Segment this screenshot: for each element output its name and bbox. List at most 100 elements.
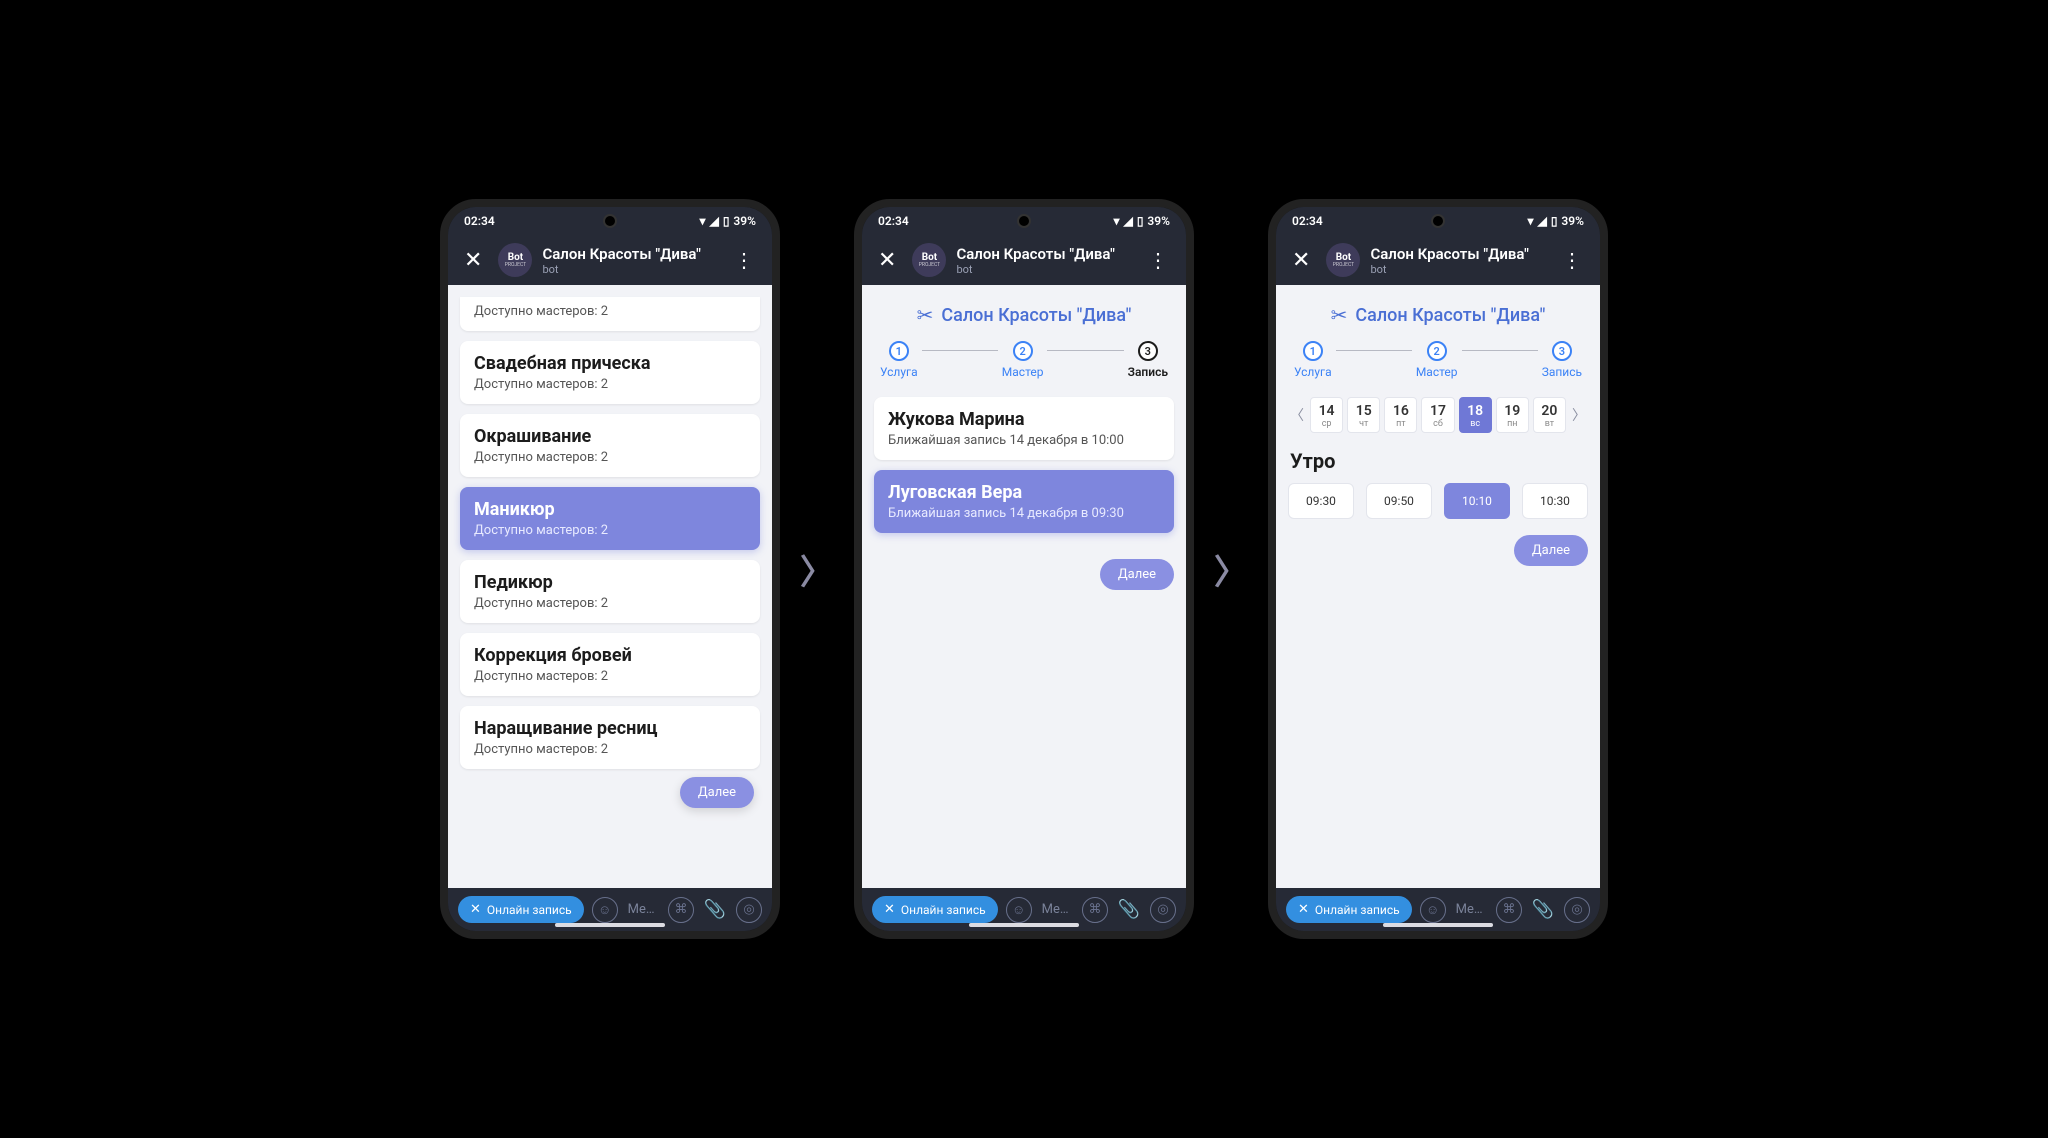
step-circle: 3 [1138, 341, 1158, 361]
date-cell[interactable]: 17сб [1421, 397, 1454, 433]
date-weekday: сб [1422, 419, 1453, 429]
step-circle: 3 [1552, 341, 1572, 361]
commands-icon[interactable]: ⌘ [668, 897, 694, 923]
date-cell[interactable]: 14ср [1310, 397, 1343, 433]
message-input[interactable]: Mess… [626, 902, 660, 917]
header-title: Салон Красоты "Дива" [542, 245, 716, 263]
close-icon[interactable]: ✕ [872, 244, 902, 277]
emoji-icon[interactable]: ☺ [592, 897, 618, 923]
message-input[interactable]: Mess… [1454, 902, 1488, 917]
date-cell[interactable]: 15чт [1347, 397, 1380, 433]
close-icon[interactable]: ✕ [1286, 244, 1316, 277]
list-card[interactable]: Свадебная прическаДоступно мастеров: 2 [460, 341, 760, 404]
avatar-text-bottom: PROJECT [919, 263, 940, 268]
card-title: Свадебная прическа [474, 353, 746, 374]
bot-avatar[interactable]: Bot PROJECT [912, 243, 946, 277]
menu-dots-icon[interactable]: ⋮ [726, 244, 762, 276]
list-card[interactable]: Коррекция бровейДоступно мастеров: 2 [460, 633, 760, 696]
status-time: 02:34 [1292, 214, 1323, 228]
app-header: ✕ Bot PROJECT Салон Красоты "Дива" bot ⋮ [1276, 235, 1600, 285]
menu-dots-icon[interactable]: ⋮ [1554, 244, 1590, 276]
emoji-icon[interactable]: ☺ [1420, 897, 1446, 923]
attach-icon[interactable]: 📎 [702, 897, 728, 923]
step-master[interactable]: 2 Мастер [1416, 341, 1458, 379]
service-card-partial[interactable]: Доступно мастеров: 2 [460, 297, 760, 331]
status-bar: 02:34 ▾ ◢ ▯ 39% [862, 207, 1186, 235]
card-sub: Доступно мастеров: 2 [474, 742, 746, 757]
avatar-text-top: Bot [1336, 253, 1351, 263]
emoji-icon[interactable]: ☺ [1006, 897, 1032, 923]
next-button[interactable]: Далее [1100, 559, 1174, 590]
step-label: Запись [1542, 365, 1582, 379]
date-next-icon[interactable]: 〉 [1570, 405, 1588, 425]
bot-avatar[interactable]: Bot PROJECT [1326, 243, 1360, 277]
menu-dots-icon[interactable]: ⋮ [1140, 244, 1176, 276]
list-card[interactable]: ПедикюрДоступно мастеров: 2 [460, 560, 760, 623]
step-service[interactable]: 1 Услуга [880, 341, 918, 379]
stepper: 1 Услуга 2 Мастер 3 Запись [874, 341, 1174, 379]
date-prev-icon[interactable]: 〈 [1288, 405, 1306, 425]
chip-label: Онлайн запись [901, 903, 986, 917]
date-cell[interactable]: 16пт [1384, 397, 1417, 433]
step-booking[interactable]: 3 Запись [1542, 341, 1582, 379]
signal-icon: ◢ [1538, 214, 1547, 228]
phone-screen-2: 02:34 ▾ ◢ ▯ 39% ✕ Bot PROJECT Салон Крас… [854, 199, 1194, 939]
date-cell[interactable]: 20вт [1533, 397, 1566, 433]
camera-hole [1431, 214, 1445, 228]
battery-percent: 39% [733, 214, 756, 228]
time-slot[interactable]: 09:30 [1288, 483, 1354, 519]
battery-percent: 39% [1561, 214, 1584, 228]
list-card[interactable]: МаникюрДоступно мастеров: 2 [460, 487, 760, 550]
camera-icon[interactable]: ◎ [1564, 897, 1590, 923]
step-master[interactable]: 2 Мастер [1002, 341, 1044, 379]
online-booking-chip[interactable]: ✕ Онлайн запись [872, 896, 998, 923]
app-header: ✕ Bot PROJECT Салон Красоты "Дива" bot ⋮ [862, 235, 1186, 285]
step-booking[interactable]: 3 Запись [1128, 341, 1168, 379]
step-service[interactable]: 1 Услуга [1294, 341, 1332, 379]
chip-label: Онлайн запись [1315, 903, 1400, 917]
date-cells: 14ср15чт16пт17сб18вс19пн20вт [1310, 397, 1566, 433]
wifi-icon: ▾ [1114, 214, 1120, 228]
next-button[interactable]: Далее [1514, 535, 1588, 566]
camera-hole [603, 214, 617, 228]
commands-icon[interactable]: ⌘ [1496, 897, 1522, 923]
online-booking-chip[interactable]: ✕ Онлайн запись [1286, 896, 1412, 923]
home-indicator [969, 923, 1079, 927]
attach-icon[interactable]: 📎 [1530, 897, 1556, 923]
card-sub: Ближайшая запись 14 декабря в 09:30 [888, 506, 1160, 521]
list-card[interactable]: ОкрашиваниеДоступно мастеров: 2 [460, 414, 760, 477]
camera-icon[interactable]: ◎ [736, 897, 762, 923]
list-card[interactable]: Луговская ВераБлижайшая запись 14 декабр… [874, 470, 1174, 533]
home-indicator [1383, 923, 1493, 927]
camera-icon[interactable]: ◎ [1150, 897, 1176, 923]
card-title: Маникюр [474, 499, 746, 520]
bot-avatar[interactable]: Bot PROJECT [498, 243, 532, 277]
time-slot[interactable]: 10:10 [1444, 483, 1510, 519]
header-text-block[interactable]: Салон Красоты "Дива" bot [542, 245, 716, 276]
online-booking-chip[interactable]: ✕ Онлайн запись [458, 896, 584, 923]
list-card[interactable]: Жукова МаринаБлижайшая запись 14 декабря… [874, 397, 1174, 460]
step-circle: 2 [1427, 341, 1447, 361]
header-text-block[interactable]: Салон Красоты "Дива" bot [956, 245, 1130, 276]
date-cell[interactable]: 18вс [1459, 397, 1492, 433]
battery-icon: ▯ [1551, 214, 1558, 228]
status-icons: ▾ ◢ ▯ 39% [700, 214, 756, 228]
list-card[interactable]: Наращивание ресниц Доступно мастеров: 2 [460, 706, 760, 769]
step-line [1462, 350, 1538, 351]
header-text-block[interactable]: Салон Красоты "Дива" bot [1370, 245, 1544, 276]
close-icon[interactable]: ✕ [458, 244, 488, 277]
phone-screen-1: 02:34 ▾ ◢ ▯ 39% ✕ Bot PROJECT Салон Крас… [440, 199, 780, 939]
time-slot[interactable]: 09:50 [1366, 483, 1432, 519]
attach-icon[interactable]: 📎 [1116, 897, 1142, 923]
avatar-text-bottom: PROJECT [1333, 263, 1354, 268]
card-sub: Доступно мастеров: 2 [474, 669, 746, 684]
step-line [922, 350, 998, 351]
message-input[interactable]: Mess… [1040, 902, 1074, 917]
date-cell[interactable]: 19пн [1496, 397, 1529, 433]
next-button[interactable]: Далее [680, 777, 754, 808]
time-slot[interactable]: 10:30 [1522, 483, 1588, 519]
transition-arrow-icon: 〉 [1214, 545, 1248, 594]
avatar-text-bottom: PROJECT [505, 263, 526, 268]
card-title: Наращивание ресниц [474, 718, 746, 739]
commands-icon[interactable]: ⌘ [1082, 897, 1108, 923]
